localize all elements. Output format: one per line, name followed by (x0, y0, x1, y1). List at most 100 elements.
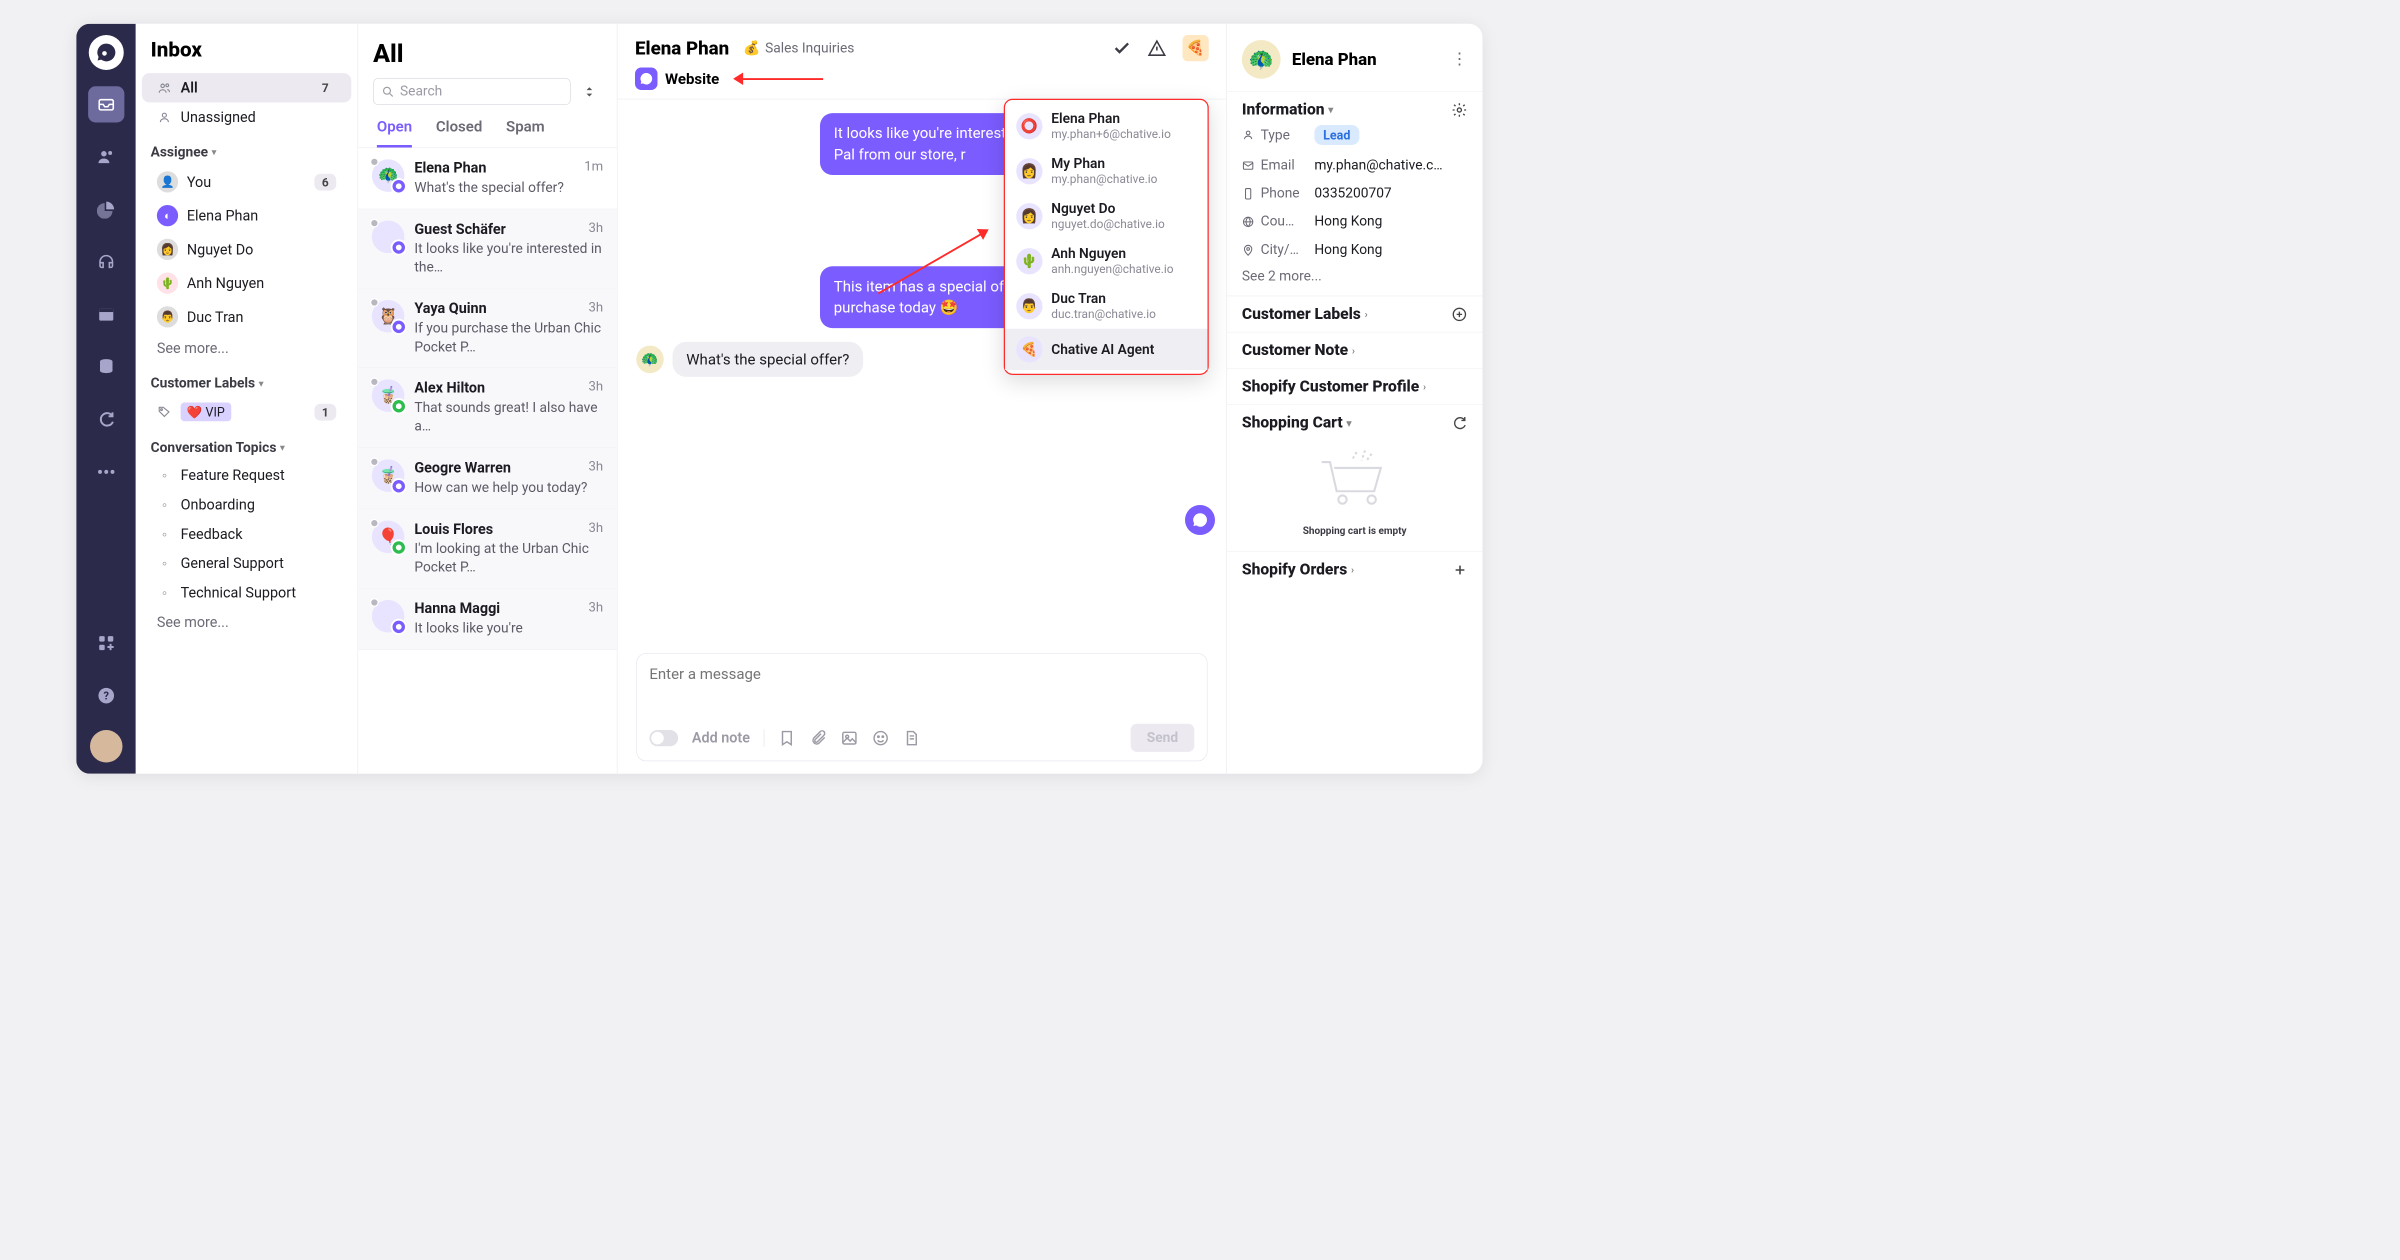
inbox-sidebar: Inbox All 7 Unassigned Assignee▾ 👤You6 ◐… (136, 24, 359, 774)
shopify-icon[interactable] (903, 729, 921, 747)
tab-closed[interactable]: Closed (436, 118, 482, 148)
dots-icon (97, 469, 116, 474)
section-labels[interactable]: Customer Labels▾ (136, 363, 358, 396)
window-icon (97, 305, 116, 324)
attach-icon[interactable] (809, 729, 827, 747)
nav-more[interactable] (88, 454, 124, 490)
brand-logo[interactable] (88, 35, 123, 70)
list-tabs: Open Closed Spam (358, 105, 617, 148)
tab-spam[interactable]: Spam (506, 118, 545, 148)
kebab-menu[interactable]: ⋮ (1451, 50, 1467, 69)
view-all[interactable]: All 7 (142, 73, 351, 102)
dropdown-item[interactable]: 👩My Phanmy.phan@chative.io (1005, 149, 1208, 194)
dropdown-item[interactable]: 🌵Anh Nguyenanh.nguyen@chative.io (1005, 239, 1208, 284)
dropdown-item[interactable]: 👨Duc Tranduc.tran@chative.io (1005, 284, 1208, 329)
headset-icon (97, 253, 116, 272)
conversation-panel: Elena Phan 💰Sales Inquiries 🍕 Website It… (618, 24, 1227, 774)
cart-empty-state: Shopping cart is empty (1242, 432, 1468, 543)
refresh-icon[interactable] (1451, 415, 1467, 431)
topic-feature[interactable]: ◦Feature Request (142, 461, 351, 490)
chevron-down-icon: ▾ (212, 147, 216, 157)
thread-item[interactable]: Guest Schäfer3hIt looks like you're inte… (358, 209, 617, 289)
tab-open[interactable]: Open (377, 118, 412, 148)
emoji-icon[interactable] (872, 729, 890, 747)
send-button[interactable]: Send (1131, 724, 1195, 752)
grid-plus-icon (97, 634, 116, 653)
channel-badge (391, 178, 407, 194)
nav-inbox[interactable] (88, 86, 124, 122)
nav-reports[interactable] (88, 191, 124, 227)
check-icon[interactable] (1113, 39, 1132, 58)
info-seemore[interactable]: See 2 more... (1242, 264, 1468, 287)
thread-item[interactable]: 🧋Alex Hilton3hThat sounds great! I also … (358, 368, 617, 448)
assignee-anh[interactable]: 🌵Anh Nguyen (142, 266, 351, 300)
section-information[interactable]: Information▾ (1242, 101, 1468, 119)
nav-automation[interactable] (88, 401, 124, 437)
section-topics[interactable]: Conversation Topics▾ (136, 428, 358, 461)
composer-input[interactable] (649, 665, 1194, 721)
thread-item[interactable]: 🧋Geogre Warren3hHow can we help you toda… (358, 448, 617, 509)
topic-support[interactable]: ◦General Support (142, 549, 351, 578)
inbox-icon (97, 95, 116, 114)
conversation-title: Elena Phan (635, 37, 729, 59)
label-vip[interactable]: ❤️ VIP1 (142, 396, 351, 427)
section-shopping-cart[interactable]: Shopping Cart▾ (1242, 414, 1468, 432)
topic-feedback[interactable]: ◦Feedback (142, 519, 351, 548)
nav-rail: ? (76, 24, 135, 774)
nav-help[interactable]: ? (88, 678, 124, 714)
ai-agent-chip[interactable]: 🍕 (1183, 35, 1209, 61)
nav-contacts[interactable] (88, 139, 124, 175)
thread-avatar: 🎈 (372, 520, 405, 553)
thread-item[interactable]: Hanna Maggi3hIt looks like you're (358, 589, 617, 650)
dropdown-item[interactable]: ⭕Elena Phanmy.phan+6@chative.io (1005, 104, 1208, 149)
plus-icon[interactable] (1451, 306, 1467, 322)
current-user-avatar[interactable] (90, 730, 123, 763)
section-shopify-profile[interactable]: Shopify Customer Profile› (1242, 378, 1468, 396)
thread-avatar: 🧋 (372, 380, 405, 413)
channel-badge (391, 539, 407, 555)
nav-live[interactable] (88, 244, 124, 280)
assignee-duc[interactable]: 👨Duc Tran (142, 300, 351, 334)
warning-icon[interactable] (1148, 39, 1167, 58)
thread-item[interactable]: 🦚Elena Phan1mWhat's the special offer? (358, 148, 617, 209)
inbox-title: Inbox (136, 38, 358, 74)
dropdown-item[interactable]: 🍕Chative AI Agent (1005, 329, 1208, 370)
customer-avatar: 🦚 (636, 346, 664, 374)
nav-apps[interactable] (88, 625, 124, 661)
thread-name: Geogre Warren (414, 459, 511, 476)
topic-icon: ◦ (157, 468, 172, 483)
nav-campaigns[interactable] (88, 296, 124, 332)
topics-seemore[interactable]: See more... (142, 608, 351, 637)
plus-icon[interactable] (1453, 562, 1468, 577)
thread-time: 3h (589, 300, 604, 317)
bookmark-icon[interactable] (778, 729, 796, 747)
section-assignee[interactable]: Assignee▾ (136, 132, 358, 165)
dropdown-item[interactable]: 👩Nguyet Donguyet.do@chative.io (1005, 194, 1208, 239)
thread-snippet: How can we help you today? (414, 479, 603, 498)
dropdown-avatar: 👨 (1016, 293, 1042, 319)
sort-button[interactable] (577, 79, 602, 104)
chevron-down-icon: ▾ (280, 443, 284, 453)
search-input[interactable]: Search (373, 78, 571, 105)
nav-data[interactable] (88, 349, 124, 385)
assignee-seemore[interactable]: See more... (142, 334, 351, 363)
assignee-elena[interactable]: ◐Elena Phan (142, 199, 351, 233)
section-shopify-orders[interactable]: Shopify Orders› (1242, 561, 1468, 579)
assignee-you[interactable]: 👤You6 (142, 165, 351, 199)
thread-item[interactable]: 🎈Louis Flores3hI'm looking at the Urban … (358, 509, 617, 589)
section-customer-labels[interactable]: Customer Labels› (1242, 305, 1468, 323)
topic-onboarding[interactable]: ◦Onboarding (142, 490, 351, 519)
info-country: Cou…Hong Kong (1242, 208, 1468, 236)
assignee-nguyet[interactable]: 👩Nguyet Do (142, 233, 351, 267)
thread-snippet: That sounds great! I also have a… (414, 399, 603, 436)
channel-label: Website (665, 70, 719, 88)
section-customer-note[interactable]: Customer Note› (1242, 341, 1468, 359)
thread-item[interactable]: 🦉Yaya Quinn3hIf you purchase the Urban C… (358, 289, 617, 369)
topic-tech[interactable]: ◦Technical Support (142, 578, 351, 607)
image-icon[interactable] (841, 729, 859, 747)
note-toggle[interactable] (649, 730, 678, 746)
thread-avatar: 🦉 (372, 300, 405, 333)
settings-icon[interactable] (1451, 102, 1467, 118)
sort-icon (583, 85, 597, 99)
view-unassigned[interactable]: Unassigned (142, 103, 351, 132)
